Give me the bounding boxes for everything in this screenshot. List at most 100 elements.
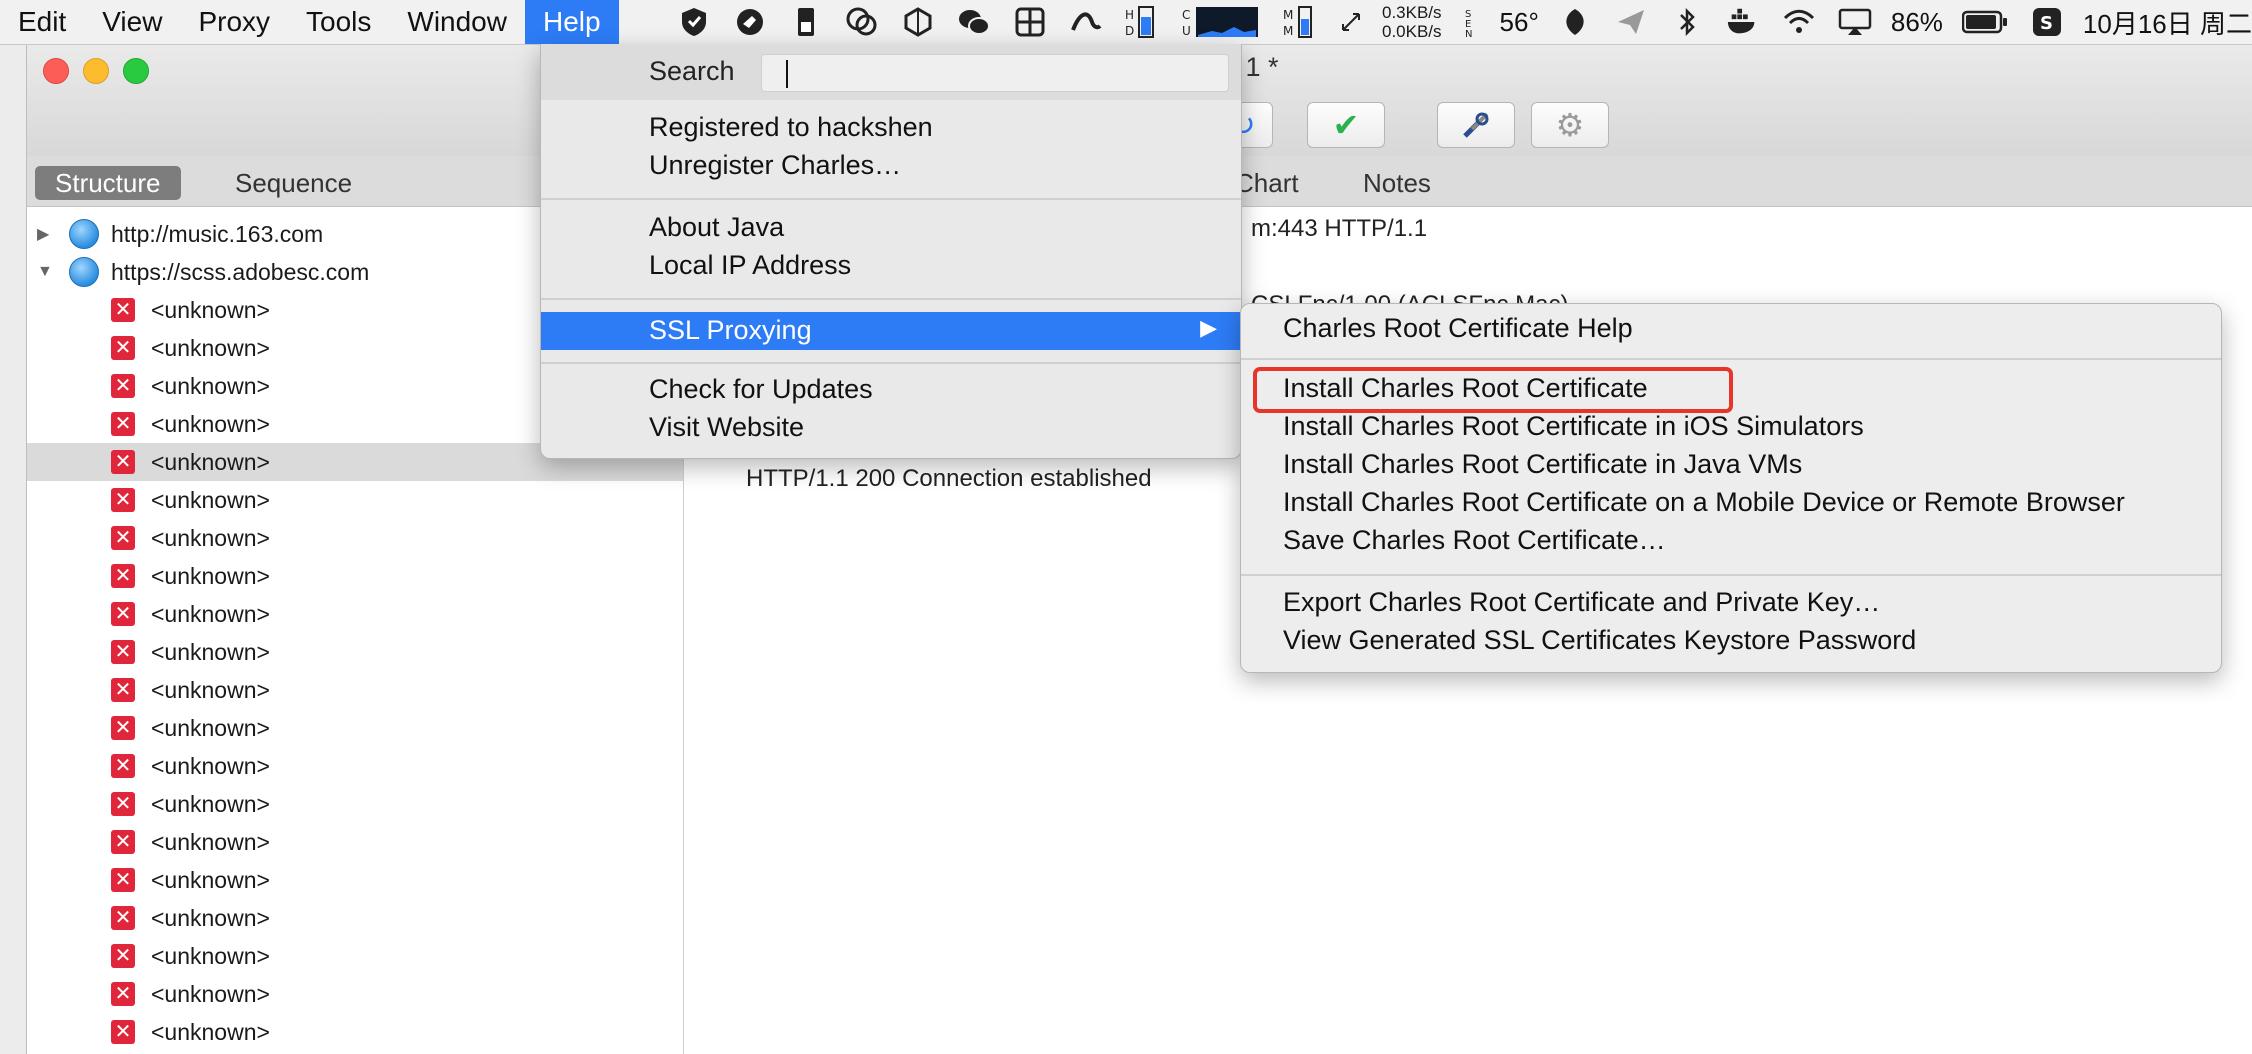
request-label: <unknown>: [151, 334, 270, 361]
request-label: <unknown>: [151, 410, 270, 437]
text-caret: [786, 60, 788, 88]
hexagon-icon[interactable]: [901, 5, 935, 39]
wechat-icon[interactable]: [957, 5, 991, 39]
svg-text:M: M: [1283, 24, 1293, 38]
error-icon: ✕: [111, 830, 135, 854]
tree-request-row[interactable]: ✕ <unknown>: [27, 1013, 683, 1051]
menu-item-export-cert-key[interactable]: Export Charles Root Certificate and Priv…: [1283, 587, 1880, 618]
wifi-icon[interactable]: [1782, 5, 1816, 39]
docker-icon[interactable]: [1726, 5, 1760, 39]
svg-text:D: D: [1125, 24, 1134, 38]
menu-item-keystore-password[interactable]: View Generated SSL Certificates Keystore…: [1283, 625, 1916, 656]
shield-icon[interactable]: [677, 5, 711, 39]
tree-request-row[interactable]: ✕ <unknown>: [27, 899, 683, 937]
expand-arrows-icon[interactable]: [1339, 5, 1363, 39]
swoosh-icon[interactable]: [1069, 5, 1103, 39]
tree-request-row[interactable]: ✕ <unknown>: [27, 671, 683, 709]
error-icon: ✕: [111, 564, 135, 588]
tab-notes[interactable]: Notes: [1363, 166, 1431, 200]
input-method-icon[interactable]: S: [2030, 5, 2064, 39]
tree-request-row[interactable]: ✕ <unknown>: [27, 481, 683, 519]
menu-item-visit-website[interactable]: Visit Website: [649, 412, 804, 443]
request-label: <unknown>: [151, 866, 270, 893]
airplay-icon[interactable]: [1838, 5, 1872, 39]
menu-item-about-java[interactable]: About Java: [649, 212, 784, 243]
tree-request-row[interactable]: ✕ <unknown>: [27, 975, 683, 1013]
submenu-arrow-icon: ▶: [1200, 315, 1217, 340]
menu-tools[interactable]: Tools: [288, 0, 389, 44]
sensor-icon[interactable]: SEN: [1461, 5, 1481, 39]
menu-item-registered[interactable]: Registered to hackshen: [649, 112, 933, 143]
menu-view[interactable]: View: [84, 0, 180, 44]
error-icon: ✕: [111, 336, 135, 360]
chat-bubbles-icon[interactable]: [845, 5, 879, 39]
memory-meter-icon[interactable]: MM: [1283, 5, 1317, 39]
request-label: <unknown>: [151, 448, 270, 475]
cpu-graph-icon[interactable]: CU: [1181, 5, 1261, 39]
tab-chart[interactable]: Chart: [1235, 166, 1299, 200]
minimize-window-button[interactable]: [83, 58, 109, 84]
tree-request-row[interactable]: ✕ <unknown>: [27, 557, 683, 595]
menu-item-install-root-cert[interactable]: Install Charles Root Certificate: [1283, 373, 1648, 404]
disclosure-down-icon[interactable]: ▼: [37, 263, 57, 281]
menu-edit[interactable]: Edit: [0, 0, 84, 44]
tree-request-row[interactable]: ✕ <unknown>: [27, 633, 683, 671]
tree-request-row[interactable]: ✕ <unknown>: [27, 861, 683, 899]
tree-request-row[interactable]: ✕ <unknown>: [27, 519, 683, 557]
menu-proxy[interactable]: Proxy: [180, 0, 288, 44]
menu-window[interactable]: Window: [389, 0, 525, 44]
temperature[interactable]: 56°: [1500, 7, 1539, 38]
search-label: Search: [649, 56, 735, 86]
zoom-window-button[interactable]: [123, 58, 149, 84]
tree-request-row[interactable]: ✕ <unknown>: [27, 785, 683, 823]
tab-sequence[interactable]: Sequence: [215, 166, 372, 200]
menu-item-check-updates[interactable]: Check for Updates: [649, 374, 873, 405]
menu-help[interactable]: Help: [524, 0, 619, 44]
tools-button[interactable]: [1437, 102, 1515, 148]
tab-structure[interactable]: Structure: [35, 166, 181, 200]
settings-button[interactable]: ⚙: [1531, 102, 1609, 148]
error-icon: ✕: [111, 982, 135, 1006]
request-label: <unknown>: [151, 714, 270, 741]
battery-icon[interactable]: [1961, 5, 2008, 39]
menu-item-root-cert-help[interactable]: Charles Root Certificate Help: [1283, 313, 1633, 344]
network-speed[interactable]: 0.3KB/s 0.0KB/s: [1382, 3, 1442, 41]
leaf-icon[interactable]: [1558, 5, 1592, 39]
menu-item-install-ios-simulators[interactable]: Install Charles Root Certificate in iOS …: [1283, 411, 1864, 442]
menu-item-local-ip[interactable]: Local IP Address: [649, 250, 851, 281]
hdd-meter-icon[interactable]: HD: [1125, 5, 1159, 39]
menu-separator: [1241, 574, 2221, 576]
battery-percent[interactable]: 86%: [1891, 7, 1943, 38]
tree-request-row[interactable]: ✕ <unknown>: [27, 595, 683, 633]
tree-request-row[interactable]: ✕ <unknown>: [27, 747, 683, 785]
error-icon: ✕: [111, 754, 135, 778]
request-label: <unknown>: [151, 676, 270, 703]
menu-item-install-mobile-device[interactable]: Install Charles Root Certificate on a Mo…: [1283, 487, 2125, 518]
help-search-input[interactable]: [761, 54, 1229, 92]
menu-item-ssl-proxying[interactable]: SSL Proxying ▶: [541, 312, 1241, 350]
bird-icon[interactable]: [733, 5, 767, 39]
bluetooth-icon[interactable]: [1670, 5, 1704, 39]
tree-request-row[interactable]: ✕ <unknown>: [27, 709, 683, 747]
menu-item-install-java-vms[interactable]: Install Charles Root Certificate in Java…: [1283, 449, 1802, 480]
menu-item-unregister[interactable]: Unregister Charles…: [649, 150, 901, 181]
svg-text:C: C: [1182, 8, 1190, 22]
tree-request-row[interactable]: ✕ <unknown>: [27, 823, 683, 861]
validate-button[interactable]: ✔: [1307, 102, 1385, 148]
tree-request-row[interactable]: ✕ <unknown>: [27, 937, 683, 975]
phone-icon[interactable]: [789, 5, 823, 39]
menu-item-save-root-cert[interactable]: Save Charles Root Certificate…: [1283, 525, 1666, 556]
request-label: <unknown>: [151, 372, 270, 399]
close-window-button[interactable]: [43, 58, 69, 84]
disclosure-right-icon[interactable]: ▶: [37, 224, 57, 244]
paper-plane-icon[interactable]: [1614, 5, 1648, 39]
error-icon: ✕: [111, 906, 135, 930]
request-label: <unknown>: [151, 562, 270, 589]
request-label: <unknown>: [151, 752, 270, 779]
clock[interactable]: 10月16日 周二: [2083, 4, 2252, 41]
request-label: <unknown>: [151, 524, 270, 551]
error-icon: ✕: [111, 792, 135, 816]
error-icon: ✕: [111, 944, 135, 968]
menu-separator: [541, 198, 1241, 200]
grid-app-icon[interactable]: [1013, 5, 1047, 39]
